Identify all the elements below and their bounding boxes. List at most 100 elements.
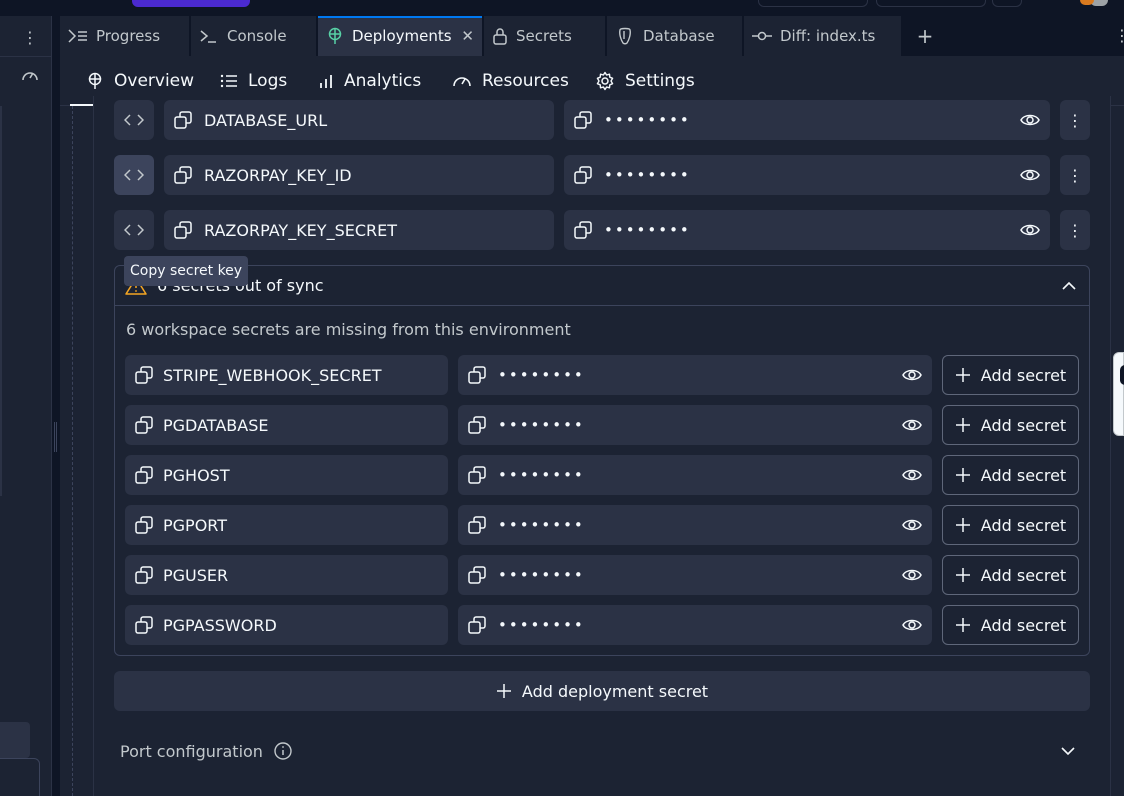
secret-key: PGDATABASE <box>163 415 269 435</box>
secret-value-field[interactable]: •••••••• <box>458 605 932 645</box>
eye-icon[interactable] <box>902 415 922 435</box>
code-view-button[interactable] <box>114 100 154 140</box>
secret-value-field[interactable]: •••••••• <box>458 555 932 595</box>
subtab-label: Overview <box>114 71 195 91</box>
plus-icon <box>955 618 970 632</box>
top-control[interactable] <box>758 0 868 7</box>
eye-icon[interactable] <box>902 565 922 585</box>
secret-value-field[interactable]: •••••••• <box>564 100 1050 140</box>
close-icon[interactable]: ✕ <box>461 27 474 45</box>
chevron-up-icon[interactable] <box>1059 276 1079 296</box>
console-icon <box>200 30 216 43</box>
tab-label: Progress <box>96 27 161 45</box>
port-configuration-header[interactable]: Port configuration <box>114 731 1090 771</box>
tab-diff[interactable]: Diff: index.ts <box>744 16 902 56</box>
code-view-button[interactable] <box>114 155 154 195</box>
copy-icon[interactable] <box>135 616 153 634</box>
sidebar-panel[interactable] <box>0 758 40 796</box>
top-strip <box>0 0 1124 16</box>
secret-value: •••••••• <box>604 111 691 129</box>
bar-chart-icon <box>320 75 332 88</box>
copy-icon[interactable] <box>468 366 486 384</box>
info-icon[interactable] <box>273 741 293 761</box>
eye-icon[interactable] <box>902 365 922 385</box>
copy-icon[interactable] <box>174 221 192 239</box>
progress-icon <box>68 29 87 43</box>
gauge-icon[interactable] <box>20 66 40 86</box>
eye-icon[interactable] <box>902 615 922 635</box>
secret-key-field[interactable]: PGPORT <box>125 505 448 545</box>
secret-value-field[interactable]: •••••••• <box>458 405 932 445</box>
divider <box>0 56 52 57</box>
eye-icon[interactable] <box>1020 110 1040 130</box>
secret-key-field[interactable]: RAZORPAY_KEY_ID <box>164 155 554 195</box>
secret-value: •••••••• <box>498 366 585 384</box>
copy-icon[interactable] <box>135 366 153 384</box>
copy-icon[interactable] <box>135 466 153 484</box>
copy-icon[interactable] <box>574 221 592 239</box>
secret-value-field[interactable]: •••••••• <box>458 505 932 545</box>
add-secret-button[interactable]: Add secret <box>942 455 1079 495</box>
add-tab-button[interactable]: + <box>910 16 940 56</box>
copy-icon[interactable] <box>574 166 592 184</box>
copy-icon[interactable] <box>468 516 486 534</box>
secret-key-field[interactable]: STRIPE_WEBHOOK_SECRET <box>125 355 448 395</box>
secret-key-field[interactable]: PGUSER <box>125 555 448 595</box>
top-control[interactable] <box>876 0 986 7</box>
secret-value: •••••••• <box>498 616 585 634</box>
secret-value-field[interactable]: •••••••• <box>458 455 932 495</box>
copy-icon[interactable] <box>135 566 153 584</box>
eye-icon[interactable] <box>902 465 922 485</box>
add-secret-button[interactable]: Add secret <box>942 605 1079 645</box>
secret-menu-button[interactable]: ⋮ <box>1060 100 1090 140</box>
tooltip: Copy secret key <box>124 256 249 286</box>
eye-icon[interactable] <box>1020 165 1040 185</box>
copy-icon[interactable] <box>468 416 486 434</box>
copy-icon[interactable] <box>468 466 486 484</box>
subtab-label: Settings <box>625 71 695 91</box>
secret-value: •••••••• <box>498 416 585 434</box>
secret-value-field[interactable]: •••••••• <box>564 210 1050 250</box>
secret-key-field[interactable]: PGHOST <box>125 455 448 495</box>
tab-secrets[interactable]: Secrets <box>484 16 606 56</box>
copy-icon[interactable] <box>135 516 153 534</box>
eye-icon[interactable] <box>902 515 922 535</box>
tab-database[interactable]: Database <box>607 16 743 56</box>
tab-console[interactable]: Console <box>191 16 317 56</box>
tab-deployments[interactable]: Deployments ✕ <box>318 16 483 56</box>
add-secret-button[interactable]: Add secret <box>942 405 1079 445</box>
secret-menu-button[interactable]: ⋮ <box>1060 155 1090 195</box>
copy-icon[interactable] <box>468 566 486 584</box>
sidebar-panel[interactable] <box>0 722 30 758</box>
secret-menu-button[interactable]: ⋮ <box>1060 210 1090 250</box>
side-tab[interactable] <box>1113 352 1124 436</box>
secret-key-field[interactable]: PGPASSWORD <box>125 605 448 645</box>
secret-key-field[interactable]: RAZORPAY_KEY_SECRET <box>164 210 554 250</box>
copy-icon[interactable] <box>135 416 153 434</box>
chevron-down-icon[interactable] <box>1058 741 1078 761</box>
secret-value-field[interactable]: •••••••• <box>458 355 932 395</box>
resize-handle[interactable] <box>52 16 60 796</box>
tab-progress[interactable]: Progress <box>60 16 190 56</box>
secret-key-field[interactable]: PGDATABASE <box>125 405 448 445</box>
missing-secret-row: PGUSER •••••••• Add secret <box>125 555 1079 595</box>
add-secret-button[interactable]: Add secret <box>942 505 1079 545</box>
copy-icon[interactable] <box>174 111 192 129</box>
copy-icon[interactable] <box>174 166 192 184</box>
eye-icon[interactable] <box>1020 220 1040 240</box>
add-secret-button[interactable]: Add secret <box>942 355 1079 395</box>
top-control[interactable] <box>992 0 1022 7</box>
add-secret-button[interactable]: Add secret <box>942 555 1079 595</box>
code-view-button[interactable] <box>114 210 154 250</box>
secret-value-field[interactable]: •••••••• <box>564 155 1050 195</box>
deployment-overview: DATABASE_URL •••••••• ⋮ RAZORPAY_KEY_ID … <box>60 96 1124 796</box>
subtab-label: Logs <box>248 71 288 91</box>
out-of-sync-header[interactable]: 6 secrets out of sync <box>115 266 1089 306</box>
tab-menu-icon[interactable]: ⋮ <box>1114 26 1124 46</box>
top-run-button[interactable] <box>132 0 250 7</box>
add-deployment-secret-button[interactable]: Add deployment secret <box>114 671 1090 711</box>
sidebar-menu-icon[interactable]: ⋮ <box>22 28 38 48</box>
copy-icon[interactable] <box>574 111 592 129</box>
secret-key-field[interactable]: DATABASE_URL <box>164 100 554 140</box>
copy-icon[interactable] <box>468 616 486 634</box>
